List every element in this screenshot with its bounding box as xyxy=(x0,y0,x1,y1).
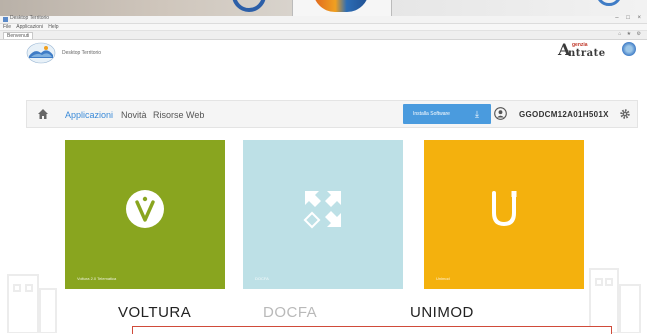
menu-bar: File Applicazioni Help xyxy=(0,24,647,31)
unimod-u-icon xyxy=(492,190,517,226)
app-window-icon xyxy=(3,17,8,22)
user-fiscal-code[interactable]: GGODCM12A01H501X xyxy=(519,110,609,119)
voltura-v-icon xyxy=(126,189,164,228)
top-decorative-strip xyxy=(0,0,647,16)
decorative-ring xyxy=(232,0,266,12)
menu-item-file[interactable]: File xyxy=(3,24,11,30)
decorative-ring-right xyxy=(596,0,622,6)
home-icon[interactable] xyxy=(37,108,49,120)
label-voltura: VOLTURA xyxy=(118,304,192,321)
agenzia-entrate-logo: A genzia ntrate xyxy=(558,40,638,66)
main-navbar: Applicazioni Novità Risorse Web Installa… xyxy=(26,100,638,128)
tile-caption-voltura: Voltura 2.0 Telematica xyxy=(77,276,117,281)
app-name: Desktop Territorio xyxy=(62,50,102,56)
nav-link-applicazioni[interactable]: Applicazioni xyxy=(65,110,113,120)
label-unimod: UNIMOD xyxy=(410,304,474,321)
tile-caption-unimod: Unimod xyxy=(436,276,450,281)
tile-docfa[interactable]: DOCFA xyxy=(243,140,403,289)
agency-logo-main-text: ntrate xyxy=(568,48,606,59)
window-title: Desktop Territorio xyxy=(10,15,50,21)
user-icon[interactable] xyxy=(494,107,507,120)
tab-bar: Benvenuti ⌂ ★ ⚙ xyxy=(0,31,647,40)
menu-item-applicazioni[interactable]: Applicazioni xyxy=(16,24,43,30)
install-software-label: Installa Software xyxy=(413,111,450,117)
label-docfa: DOCFA xyxy=(263,304,318,321)
tab-toolbar-icons[interactable]: ⌂ ★ ⚙ xyxy=(618,31,643,37)
tile-caption-docfa: DOCFA xyxy=(255,276,269,281)
desktop-territorio-logo-icon xyxy=(26,42,56,64)
nav-link-risorse-web[interactable]: Risorse Web xyxy=(153,110,204,120)
menu-item-help[interactable]: Help xyxy=(48,24,58,30)
install-software-button[interactable]: Installa Software ⤓ xyxy=(403,104,491,124)
tile-voltura[interactable]: Voltura 2.0 Telematica xyxy=(65,140,225,289)
window-title-bar: Desktop Territorio – □ × xyxy=(0,15,647,24)
window-controls[interactable]: – □ × xyxy=(615,15,644,21)
nav-link-novita[interactable]: Novità xyxy=(121,110,147,120)
download-icon: ⤓ xyxy=(475,109,479,119)
agency-seal-icon xyxy=(622,42,636,56)
tab-benvenuti[interactable]: Benvenuti xyxy=(3,32,34,39)
docfa-arrows-icon xyxy=(303,190,341,229)
gear-icon[interactable] xyxy=(619,108,631,120)
tile-unimod[interactable]: Unimod xyxy=(424,140,584,289)
